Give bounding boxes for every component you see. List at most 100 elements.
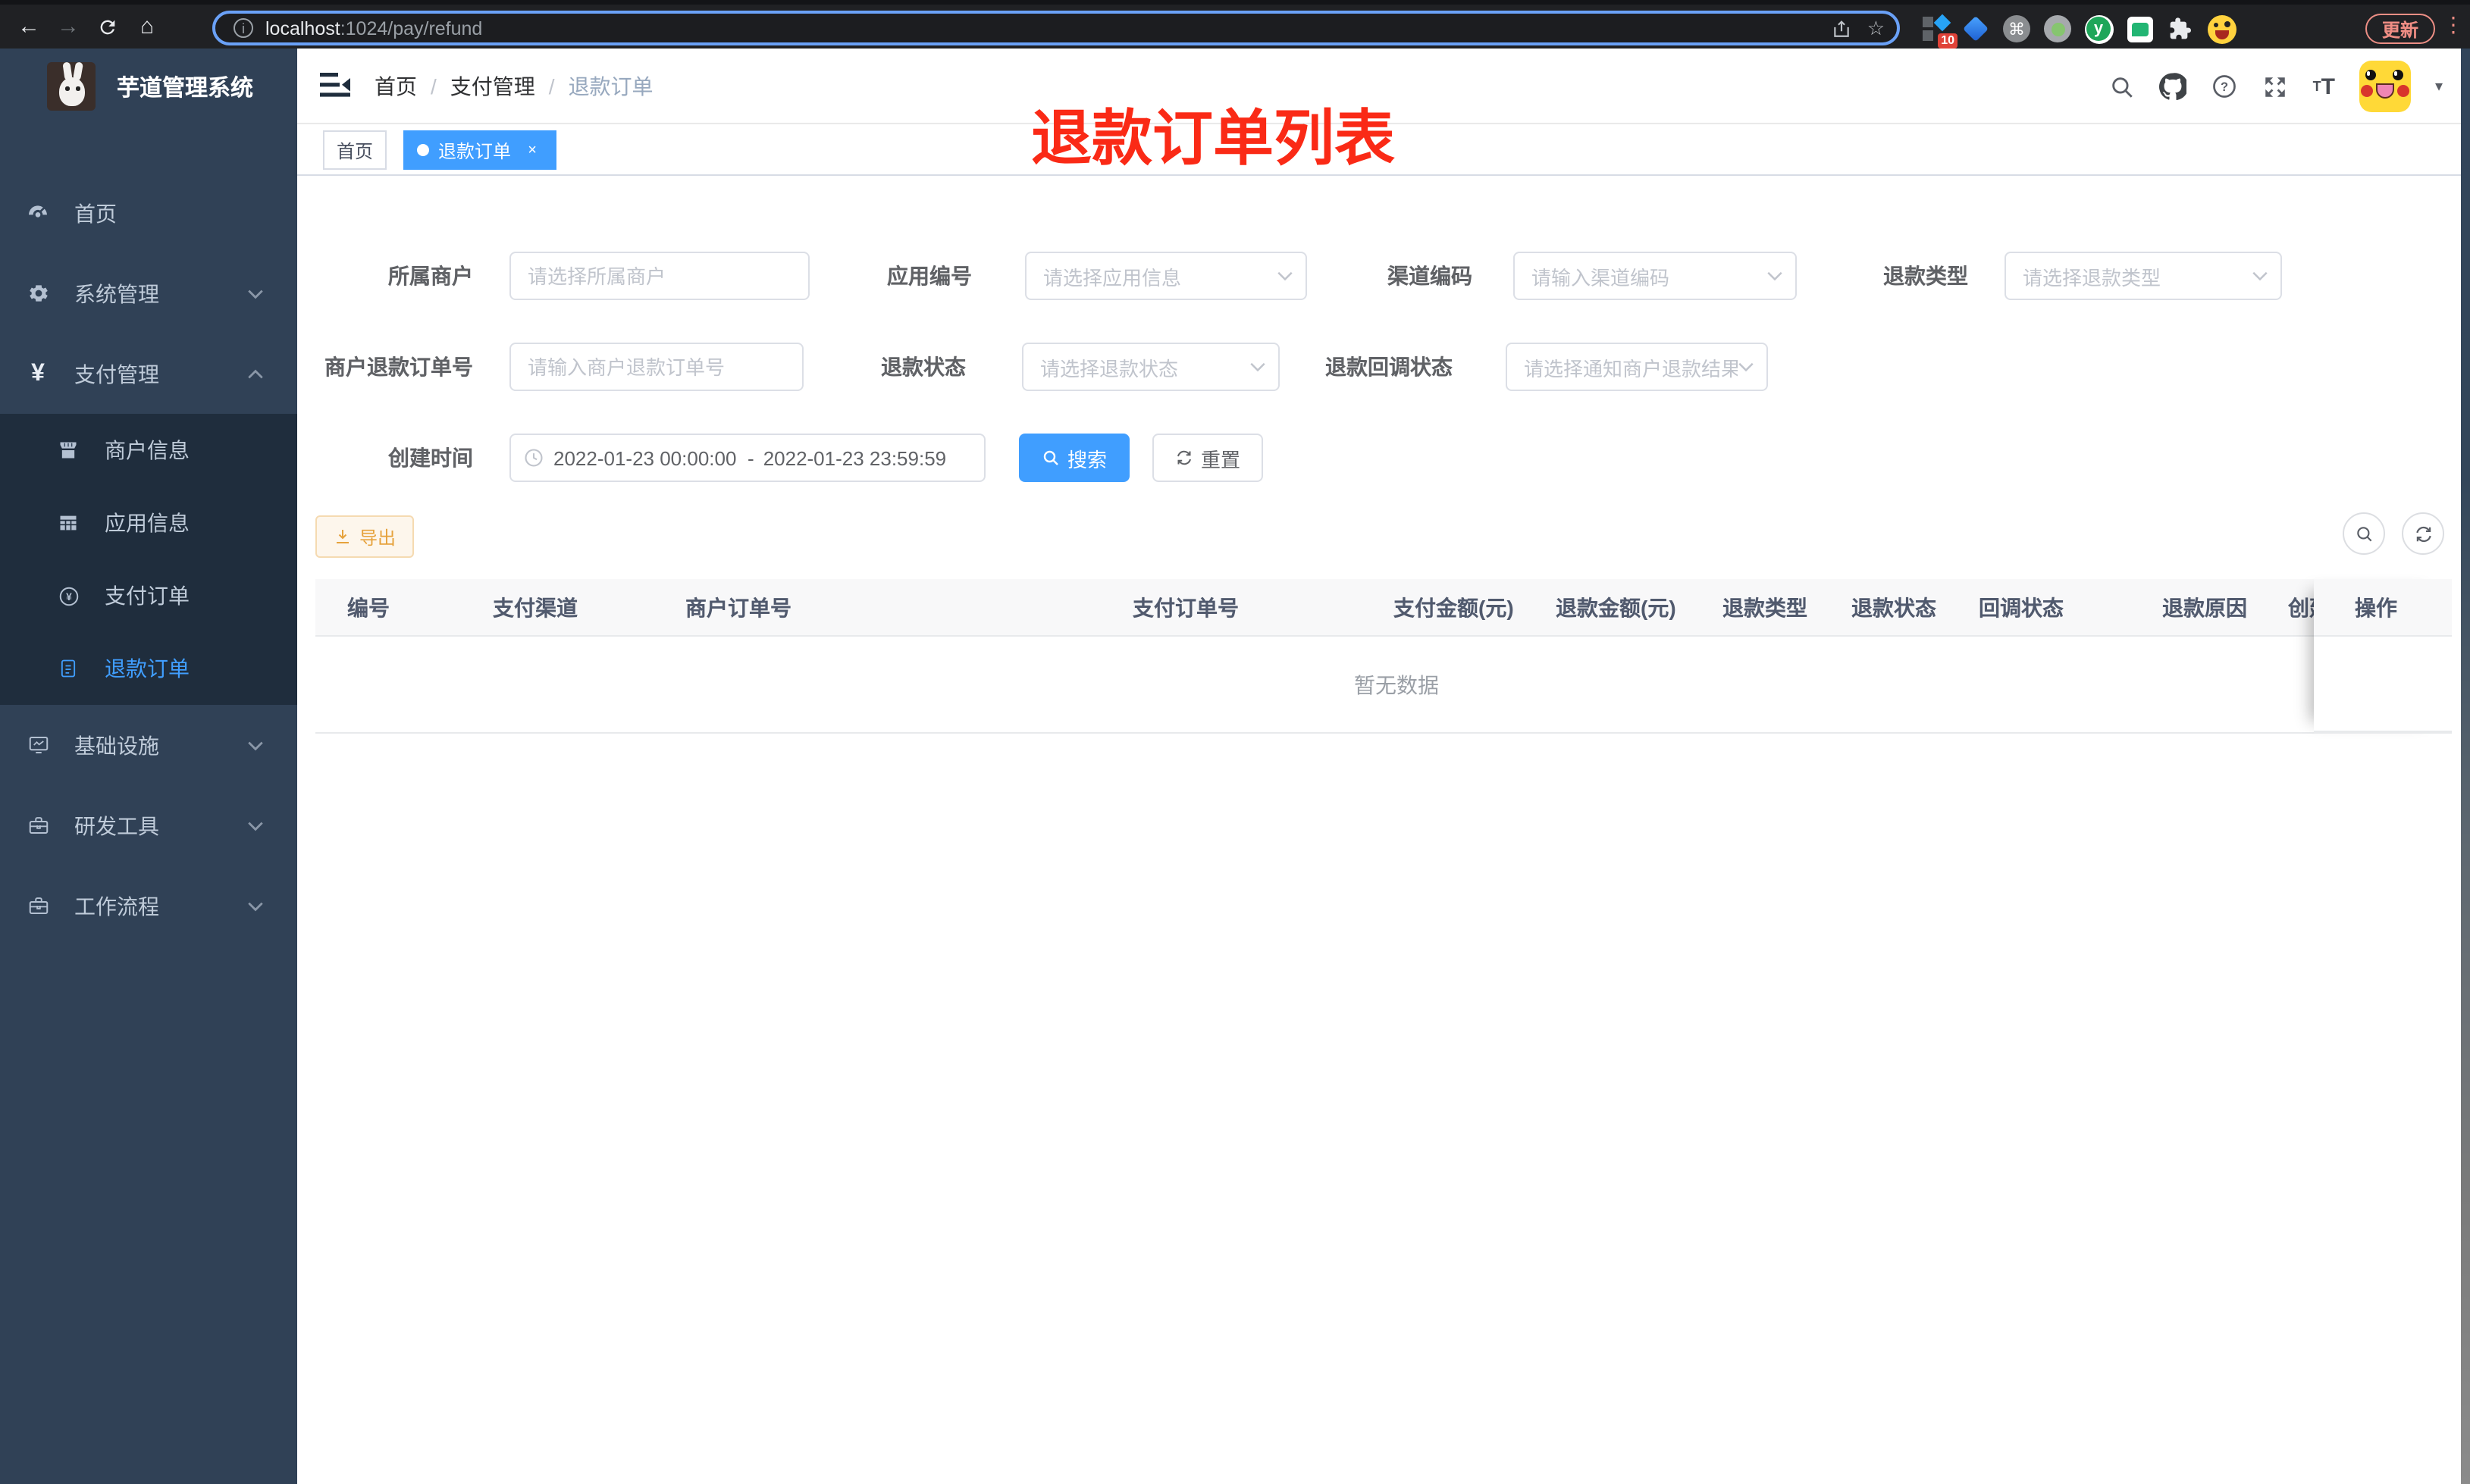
browser-toolbar: ← → ⌂ i localhost:1024/pay/refund ☆ 10 ⌘… (0, 0, 2470, 49)
export-button[interactable]: 导出 (315, 515, 415, 558)
table-body: 暂无数据 (315, 637, 2452, 734)
breadcrumb-pay[interactable]: 支付管理 (450, 71, 535, 102)
extension-icons: 10 ⌘ y (1920, 9, 2236, 49)
sidebar-item-app-info[interactable]: 应用信息 (0, 487, 297, 559)
star-icon[interactable]: ☆ (1867, 16, 1885, 40)
refund-status-select[interactable]: 请选择退款状态 (1022, 343, 1280, 391)
sidebar-logo-row[interactable]: 芋道管理系统 (0, 49, 297, 124)
browser-update-button[interactable]: 更新 (2365, 14, 2436, 44)
reset-button[interactable]: 重置 (1152, 434, 1264, 482)
filter-label-merchant: 所属商户 (388, 264, 473, 288)
app-logo (47, 62, 96, 111)
toolbox-icon (24, 814, 52, 837)
fixed-action-column: 操作 (2314, 579, 2452, 734)
page-overlay-title: 退款订单列表 (1031, 106, 1395, 173)
chevron-down-icon (1250, 362, 1265, 371)
page-content: 所属商户 应用编号 请选择应用信息 渠道编码 请输入渠道编码 退款类型 请选择退… (297, 176, 2470, 1484)
app-window: 芋道管理系统 首页 系统管理 ¥ 支付管理 商户信息 应用信息 ¥ 支付订单 退… (0, 49, 2470, 1484)
magnifier-icon (1043, 450, 1058, 465)
fullscreen-icon[interactable] (2263, 74, 2289, 99)
date-start: 2022-01-23 00:00:00 (553, 446, 737, 469)
collapse-sidebar-icon[interactable] (320, 71, 350, 99)
toolbox-icon (24, 894, 52, 917)
svg-text:?: ? (2221, 80, 2229, 94)
yen-icon: ¥ (31, 360, 45, 386)
chevron-down-icon (1277, 271, 1293, 280)
filter-label-merchant-refund-no: 商户退款订单号 (324, 355, 473, 379)
sidebar-item-workflow[interactable]: 工作流程 (0, 866, 297, 946)
share-icon[interactable] (1832, 17, 1852, 39)
col-pay-amount: 支付金额(元) (1393, 596, 1514, 620)
main-area: 首页 / 支付管理 / 退款订单 ? T T ▾ 退款订单列表 首页 退款订单 … (297, 49, 2470, 1484)
col-refund-type: 退款类型 (1722, 596, 1807, 620)
tab-home[interactable]: 首页 (323, 130, 387, 170)
monitor-icon (24, 734, 52, 756)
browser-menu-dots-icon[interactable]: ⋮ (2443, 12, 2464, 38)
back-icon[interactable]: ← (9, 10, 49, 43)
forward-icon[interactable]: → (49, 10, 88, 43)
col-pay-channel: 支付渠道 (493, 596, 578, 620)
channel-select[interactable]: 请输入渠道编码 (1513, 252, 1797, 300)
close-tab-icon[interactable]: × (522, 139, 543, 161)
col-merchant-order: 商户订单号 (685, 596, 791, 620)
breadcrumb-refund: 退款订单 (568, 74, 654, 99)
sidebar-item-pay-order[interactable]: ¥ 支付订单 (0, 559, 297, 632)
col-refund-amount: 退款金额(元) (1556, 596, 1676, 620)
extension-blocks-icon[interactable]: 10 (1920, 14, 1958, 49)
home-icon[interactable]: ⌂ (127, 10, 167, 43)
sidebar-item-infra[interactable]: 基础设施 (0, 705, 297, 785)
page-scrollbar[interactable] (2461, 49, 2470, 1484)
extensions-puzzle-icon[interactable] (2165, 14, 2196, 44)
sidebar: 芋道管理系统 首页 系统管理 ¥ 支付管理 商户信息 应用信息 ¥ 支付订单 退… (0, 49, 297, 1484)
search-icon[interactable] (2110, 74, 2136, 99)
clock-icon (525, 449, 543, 467)
refund-doc-icon (55, 658, 82, 679)
date-end: 2022-01-23 23:59:59 (763, 446, 947, 469)
filter-label-callback-status: 退款回调状态 (1325, 355, 1453, 379)
show-search-toggle-button[interactable] (2343, 512, 2385, 555)
help-icon[interactable]: ? (2211, 73, 2239, 100)
caret-down-icon[interactable]: ▾ (2435, 78, 2443, 95)
active-tab-dot (417, 144, 429, 156)
merchant-input[interactable] (509, 252, 810, 300)
refresh-table-button[interactable] (2402, 512, 2444, 555)
reload-icon[interactable] (88, 10, 127, 43)
col-callback-status: 回调状态 (1979, 596, 2064, 620)
dashboard-icon (24, 201, 52, 225)
avatar[interactable] (2359, 61, 2411, 112)
font-size-icon[interactable]: TT (2313, 74, 2335, 99)
tab-refund-order[interactable]: 退款订单 × (403, 130, 557, 170)
create-time-range-picker[interactable]: 2022-01-23 00:00:00 - 2022-01-23 23:59:5… (509, 434, 986, 482)
extension-badge: 10 (1938, 33, 1958, 49)
sidebar-item-pay[interactable]: ¥ 支付管理 (0, 333, 297, 414)
callback-status-select[interactable]: 请选择通知商户退款结果 (1506, 343, 1768, 391)
filter-label-create-time: 创建时间 (388, 446, 473, 470)
extension-chat-icon[interactable] (2124, 14, 2155, 44)
sidebar-item-refund-order[interactable]: 退款订单 (0, 632, 297, 705)
extension-emoji-icon[interactable] (2206, 14, 2236, 44)
refund-type-select[interactable]: 请选择退款类型 (2005, 252, 2282, 300)
svg-text:¥: ¥ (65, 590, 71, 602)
extension-y-icon[interactable]: y (2083, 14, 2114, 44)
extension-dot-icon[interactable] (2042, 14, 2073, 44)
col-refund-status: 退款状态 (1851, 596, 1936, 620)
extension-kite-icon[interactable] (1961, 14, 1991, 44)
github-icon[interactable] (2159, 73, 2187, 100)
sidebar-item-system[interactable]: 系统管理 (0, 253, 297, 333)
site-info-icon[interactable]: i (234, 18, 253, 38)
sidebar-item-home[interactable]: 首页 (0, 173, 297, 253)
magnifier-icon (2356, 526, 2371, 541)
url-bar[interactable]: i localhost:1024/pay/refund ☆ (212, 11, 1900, 45)
extension-command-icon[interactable]: ⌘ (2001, 14, 2032, 44)
app-select[interactable]: 请选择应用信息 (1025, 252, 1307, 300)
chevron-down-icon (247, 740, 264, 750)
sidebar-item-merchant-info[interactable]: 商户信息 (0, 414, 297, 487)
search-button[interactable]: 搜索 (1019, 434, 1130, 482)
grid-icon (55, 512, 82, 534)
pay-order-icon: ¥ (55, 584, 82, 607)
merchant-refund-no-input[interactable] (509, 343, 804, 391)
sidebar-item-dev-tools[interactable]: 研发工具 (0, 785, 297, 866)
breadcrumb-home[interactable]: 首页 (375, 71, 417, 102)
navbar-actions: ? TT ▾ (2110, 49, 2443, 124)
col-id: 编号 (347, 596, 390, 620)
